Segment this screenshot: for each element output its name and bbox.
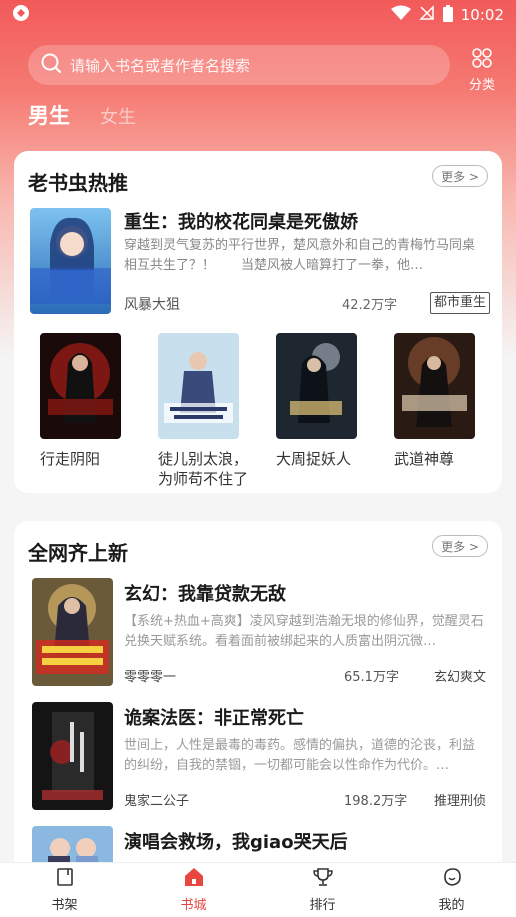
section-hot-recommend: 老书虫热推 更多 > 重生：我的校花同桌是死傲娇 穿越到灵气复苏的平行世界，楚风… [14, 151, 502, 493]
book-cover[interactable] [158, 333, 239, 439]
user-icon [441, 867, 463, 894]
home-icon [183, 867, 205, 894]
more-button[interactable]: 更多 > [432, 165, 488, 187]
nav-ranking-label: 排行 [309, 898, 336, 913]
wifi-icon [390, 5, 411, 25]
search-input[interactable]: 请输入书名或者作者名搜索 [28, 45, 450, 85]
list-book[interactable]: 玄幻：我靠贷款无敌 【系统+热血+高爽】凌风穿越到浩瀚无垠的修仙界，觉醒灵石兑换… [32, 578, 486, 688]
book-title[interactable]: 玄幻：我靠贷款无敌 [124, 580, 286, 606]
clock: 10:02 [460, 6, 504, 24]
book-title[interactable]: 演唱会救场，我giao哭天后 [124, 828, 348, 854]
book-cover[interactable] [394, 333, 475, 439]
nav-bookstore[interactable]: 书城 [129, 863, 258, 917]
book-cover[interactable] [32, 826, 113, 862]
book-author: 风暴大狙 [124, 297, 180, 313]
trophy-icon [312, 867, 334, 894]
book-name[interactable]: 行走阴阳 [40, 449, 144, 469]
section-title: 老书虫热推 [28, 171, 128, 195]
book-word-count: 65.1万字 [344, 670, 399, 685]
featured-book[interactable]: 重生：我的校花同桌是死傲娇 穿越到灵气复苏的平行世界，楚风意外和自己的青梅竹马同… [30, 208, 490, 314]
category-label: 分类 [468, 78, 495, 93]
book-grid: 行走阴阳 徒儿别太浪，为师苟不住了 大周捉妖人 武道神尊 [40, 333, 480, 488]
book-author: 鬼家二公子 [124, 794, 190, 809]
book-word-count: 42.2万字 [342, 298, 397, 313]
book-word-count: 198.2万字 [344, 794, 408, 809]
book-tag: 玄幻爽文 [433, 670, 486, 685]
book-cover[interactable] [32, 702, 113, 810]
book-desc: 世间上，人性是最毒的毒药。感情的偏执，道德的沦丧，利益的纠纷，自我的禁锢，一切都… [124, 738, 476, 773]
more-button[interactable]: 更多 > [432, 535, 488, 557]
signal-off-icon [418, 5, 435, 25]
battery-icon [442, 4, 453, 26]
tab-female[interactable]: 女生 [100, 103, 136, 129]
book-title[interactable]: 诡案法医：非正常死亡 [124, 704, 304, 730]
grid-book[interactable]: 大周捉妖人 [276, 333, 380, 469]
category-icon [471, 47, 493, 73]
tab-male[interactable]: 男生 [28, 100, 70, 130]
search-placeholder: 请输入书名或者作者名搜索 [70, 56, 251, 75]
list-book[interactable]: 演唱会救场，我giao哭天后 [32, 826, 484, 862]
search-icon [40, 52, 62, 78]
nav-bookstore-label: 书城 [180, 898, 207, 913]
nav-ranking[interactable]: 排行 [258, 863, 387, 917]
book-cover[interactable] [30, 208, 111, 314]
grid-book[interactable]: 行走阴阳 [40, 333, 144, 469]
grid-book[interactable]: 武道神尊 [394, 333, 498, 469]
book-cover[interactable] [276, 333, 357, 439]
book-desc: 【系统+热血+高爽】凌风穿越到浩瀚无垠的修仙界，觉醒灵石兑换天赋系统。看着面前被… [124, 614, 484, 649]
book-cover[interactable] [40, 333, 121, 439]
bottom-navigation: 书架 书城 排行 我的 [0, 862, 516, 917]
book-title[interactable]: 重生：我的校花同桌是死傲娇 [124, 208, 358, 234]
nav-bookshelf-label: 书架 [51, 898, 78, 913]
book-name[interactable]: 大周捉妖人 [276, 449, 380, 469]
book-cover[interactable] [32, 578, 113, 686]
status-bar: 10:02 [0, 0, 516, 30]
book-desc: 穿越到灵气复苏的平行世界，楚风意外和自己的青梅竹马同桌相互共生了？！ 当楚风被人… [124, 238, 476, 273]
book-author: 零零零一 [124, 670, 177, 685]
book-name[interactable]: 武道神尊 [394, 449, 498, 469]
section-new-releases: 全网齐上新 更多 > 玄幻：我靠贷款无敌 【系统+热血+高爽】凌风穿越到浩瀚无垠… [14, 521, 502, 881]
grid-book[interactable]: 徒儿别太浪，为师苟不住了 [158, 333, 262, 489]
category-button[interactable]: 分类 [462, 46, 502, 93]
nav-mine-label: 我的 [438, 898, 465, 913]
section-title: 全网齐上新 [28, 541, 128, 565]
book-name[interactable]: 徒儿别太浪，为师苟不住了 [158, 449, 262, 489]
book-tag: 推理刑侦 [433, 794, 486, 809]
bookshelf-icon [55, 867, 75, 894]
nav-bookshelf[interactable]: 书架 [0, 863, 129, 917]
app-logo-icon [12, 4, 30, 26]
book-tag: 都市重生 [429, 292, 490, 314]
list-book[interactable]: 诡案法医：非正常死亡 世间上，人性是最毒的毒药。感情的偏执，道德的沦丧，利益的纠… [32, 702, 486, 812]
nav-mine[interactable]: 我的 [387, 863, 516, 917]
